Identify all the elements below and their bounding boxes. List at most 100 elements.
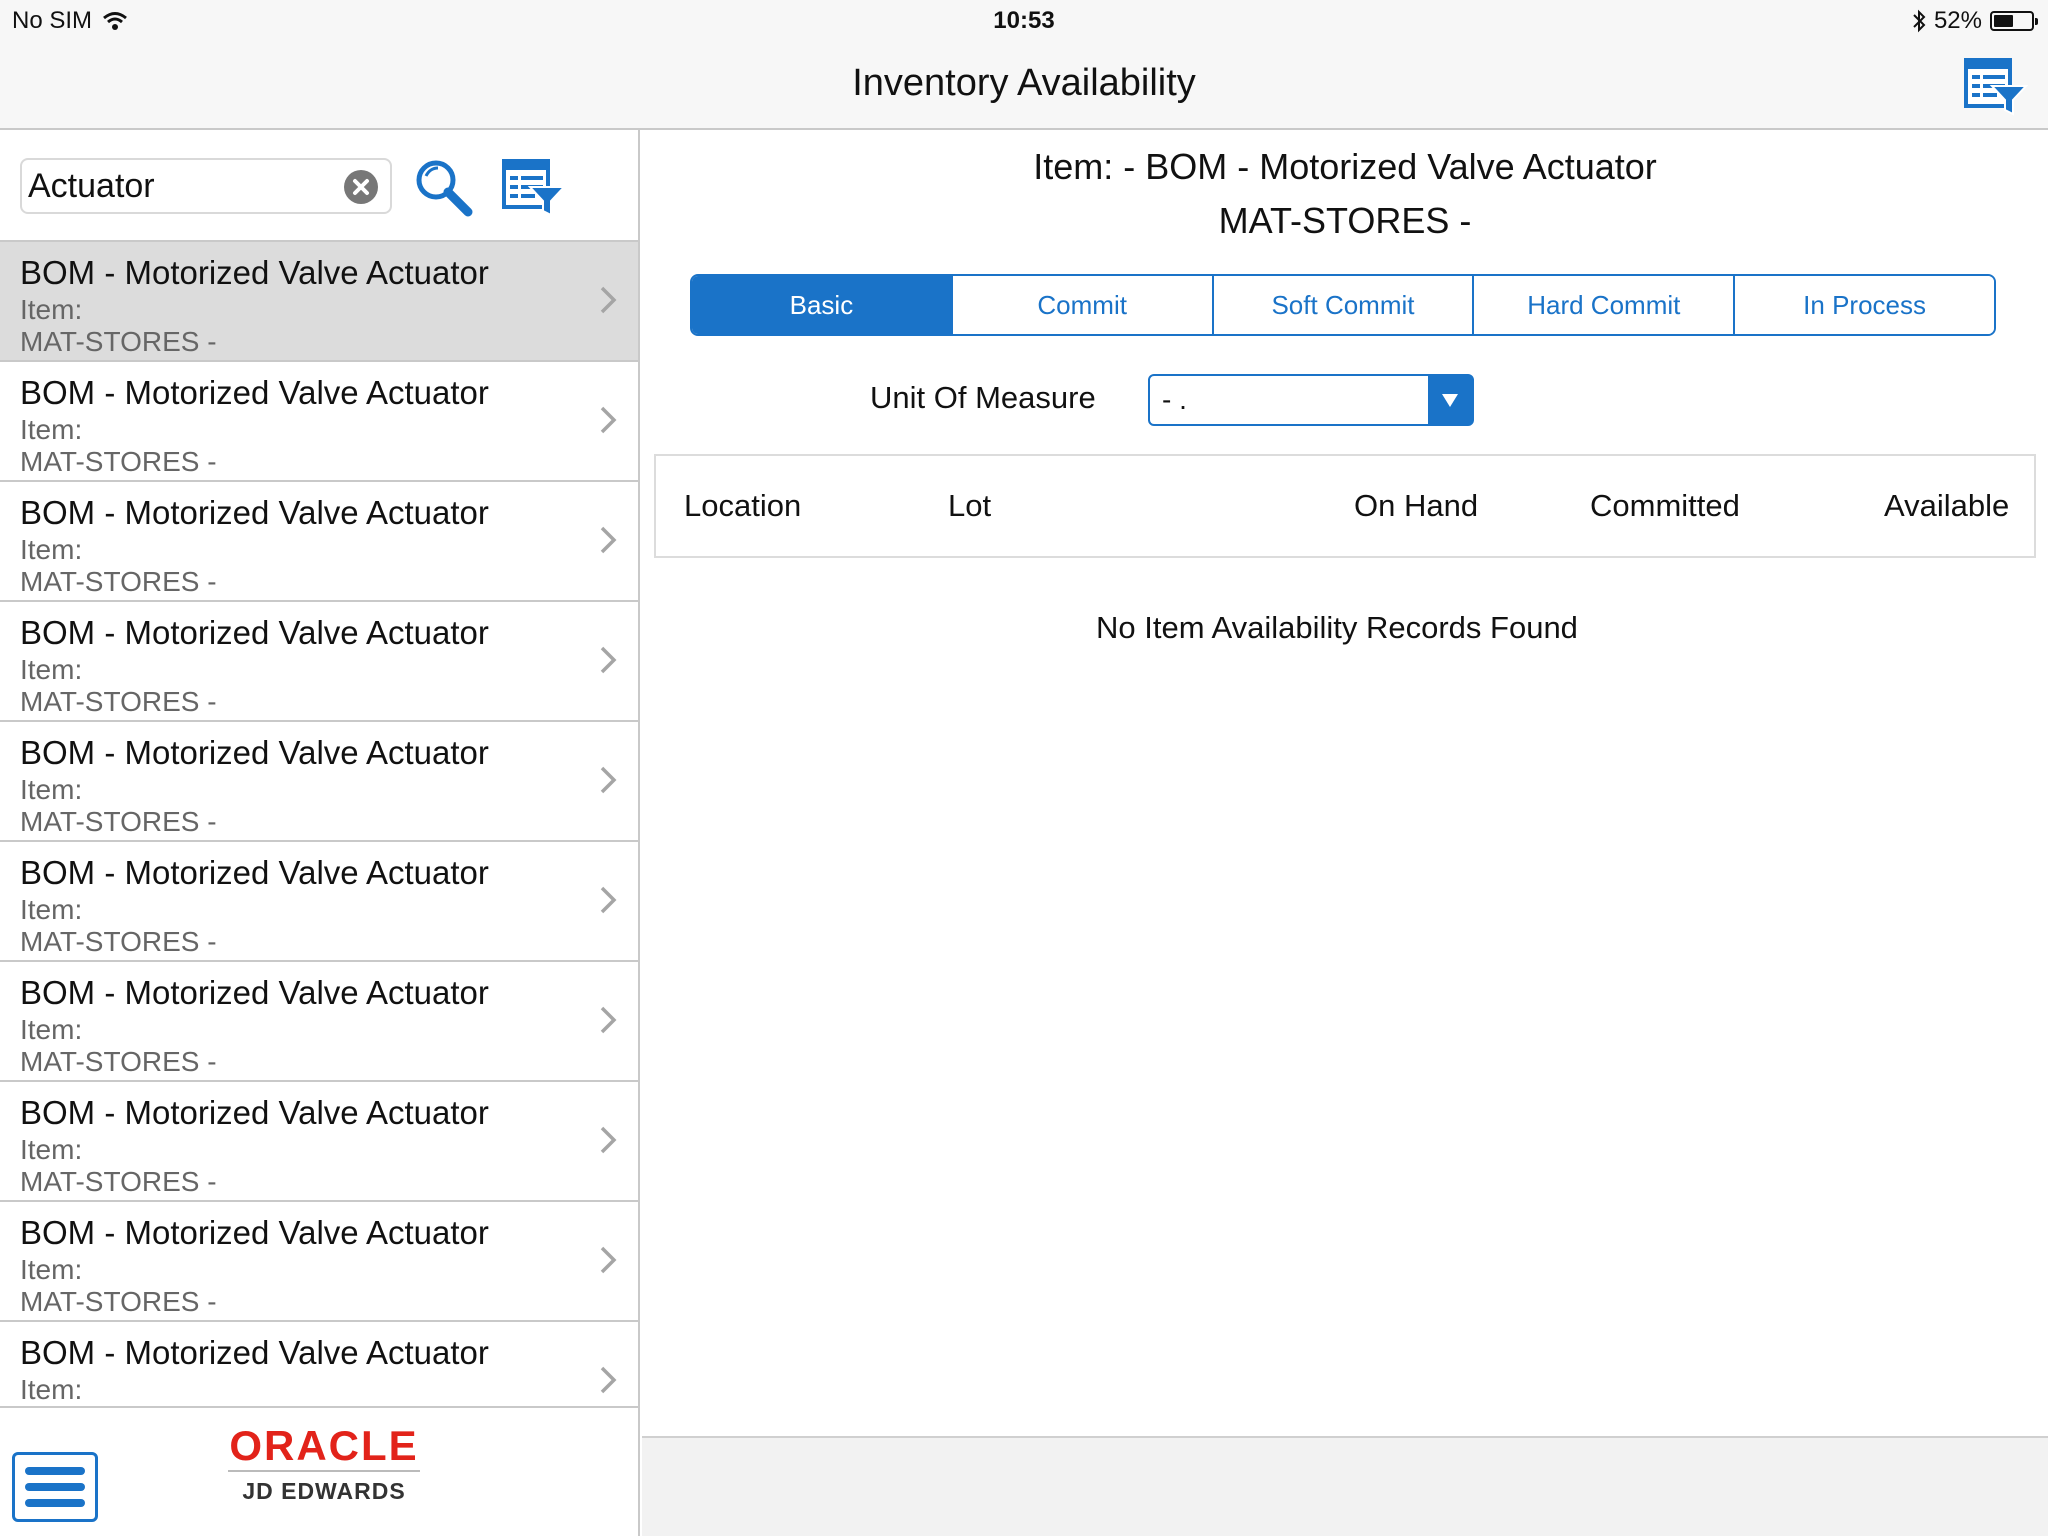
segmented-tabs: Basic Commit Soft Commit Hard Commit In … — [690, 274, 1996, 336]
oracle-jd-edwards-logo: ORACLE JD EDWARDS — [218, 1424, 430, 1505]
magnifier-icon — [416, 160, 473, 217]
logo-divider — [228, 1470, 420, 1472]
detail-footer-toolbar — [642, 1436, 2048, 1536]
tab-soft-commit[interactable]: Soft Commit — [1213, 276, 1475, 334]
list-item[interactable]: BOM - Motorized Valve Actuator Item: MAT… — [0, 1202, 638, 1322]
navigation-bar: Inventory Availability — [0, 40, 2048, 130]
item-name: BOM - Motorized Valve Actuator — [20, 734, 489, 771]
chevron-right-icon — [600, 1006, 617, 1034]
column-header-on-hand[interactable]: On Hand — [1354, 488, 1478, 524]
item-title-line1: Item: - BOM - Motorized Valve Actuator — [1033, 146, 1657, 187]
clock: 10:53 — [993, 7, 1055, 34]
item-name: BOM - Motorized Valve Actuator — [20, 374, 489, 411]
tab-in-process[interactable]: In Process — [1735, 276, 1994, 334]
item-name: BOM - Motorized Valve Actuator — [20, 1334, 489, 1371]
item-number-label: Item: — [20, 774, 83, 805]
status-bar: No SIM 10:53 52% — [0, 0, 2048, 40]
item-branch: MAT-STORES - — [20, 926, 217, 957]
chevron-right-icon — [600, 1126, 617, 1154]
battery-icon — [1990, 11, 2038, 31]
chevron-right-icon — [600, 646, 617, 674]
search-button[interactable] — [412, 156, 474, 218]
hamburger-menu-icon — [25, 1483, 85, 1491]
hamburger-menu-icon — [25, 1467, 85, 1475]
battery-fill — [1994, 15, 2013, 27]
item-name: BOM - Motorized Valve Actuator — [20, 854, 489, 891]
item-branch: MAT-STORES - — [20, 1046, 217, 1077]
menu-button[interactable] — [12, 1452, 98, 1522]
chevron-right-icon — [600, 526, 617, 554]
item-branch: MAT-STORES - — [20, 686, 217, 717]
item-name: BOM - Motorized Valve Actuator — [20, 494, 489, 531]
column-header-location[interactable]: Location — [684, 488, 801, 524]
filter-button[interactable] — [1962, 56, 2029, 116]
unit-of-measure-value: - . — [1162, 384, 1187, 415]
chevron-right-icon — [600, 886, 617, 914]
empty-state-message: No Item Availability Records Found — [1096, 610, 1578, 645]
item-branch: MAT-STORES - — [20, 1286, 217, 1317]
item-number-label: Item: — [20, 534, 83, 565]
list-item[interactable]: BOM - Motorized Valve Actuator Item: — [0, 1322, 638, 1406]
item-branch: MAT-STORES - — [20, 806, 217, 837]
item-number-label: Item: — [20, 894, 83, 925]
filter-list-icon — [1964, 58, 2029, 116]
item-number-label: Item: — [20, 1374, 83, 1405]
list-item[interactable]: BOM - Motorized Valve Actuator Item: MAT… — [0, 842, 638, 962]
tab-basic[interactable]: Basic — [692, 276, 953, 334]
jde-logo-text: JD EDWARDS — [242, 1478, 406, 1504]
item-name: BOM - Motorized Valve Actuator — [20, 254, 489, 291]
tab-commit[interactable]: Commit — [952, 276, 1214, 334]
oracle-logo-text: ORACLE — [229, 1422, 419, 1469]
item-branch: MAT-STORES - — [20, 566, 217, 597]
search-field[interactable] — [20, 158, 392, 214]
status-right: 52% — [1912, 7, 2038, 35]
column-header-available[interactable]: Available — [1884, 488, 2009, 524]
search-input[interactable] — [28, 164, 338, 208]
chevron-right-icon — [600, 766, 617, 794]
column-header-committed[interactable]: Committed — [1590, 488, 1740, 524]
item-title-line2: MAT-STORES - — [1218, 200, 1472, 241]
chevron-right-icon — [600, 1246, 617, 1274]
list-item[interactable]: BOM - Motorized Valve Actuator Item: MAT… — [0, 1082, 638, 1202]
item-number-label: Item: — [20, 294, 83, 325]
list-item[interactable]: BOM - Motorized Valve Actuator Item: MAT… — [0, 602, 638, 722]
item-name: BOM - Motorized Valve Actuator — [20, 1214, 489, 1251]
item-number-label: Item: — [20, 1134, 83, 1165]
item-list-panel: BOM - Motorized Valve Actuator Item: MAT… — [0, 130, 640, 1536]
clear-icon — [353, 179, 369, 195]
bluetooth-icon — [1913, 9, 1926, 33]
item-branch: MAT-STORES - — [20, 1166, 217, 1197]
item-branch: MAT-STORES - — [20, 446, 217, 477]
item-header: Item: - BOM - Motorized Valve Actuator M… — [642, 140, 2048, 248]
item-name: BOM - Motorized Valve Actuator — [20, 1094, 489, 1131]
search-bar — [0, 130, 638, 242]
hamburger-menu-icon — [25, 1499, 85, 1507]
chevron-right-icon — [600, 1366, 617, 1394]
item-number-label: Item: — [20, 1254, 83, 1285]
item-branch: MAT-STORES - — [20, 326, 217, 357]
item-number-label: Item: — [20, 654, 83, 685]
dropdown-arrow[interactable] — [1428, 376, 1472, 424]
list-item[interactable]: BOM - Motorized Valve Actuator Item: MAT… — [0, 722, 638, 842]
unit-of-measure-select[interactable]: - . — [1148, 374, 1474, 426]
list-item[interactable]: BOM - Motorized Valve Actuator Item: MAT… — [0, 362, 638, 482]
item-number-label: Item: — [20, 1014, 83, 1045]
list-item[interactable]: BOM - Motorized Valve Actuator Item: MAT… — [0, 962, 638, 1082]
item-number-label: Item: — [20, 414, 83, 445]
grid-header: Location Lot On Hand Committed Available — [654, 454, 2036, 558]
chevron-right-icon — [600, 286, 617, 314]
item-name: BOM - Motorized Valve Actuator — [20, 614, 489, 651]
chevron-right-icon — [600, 406, 617, 434]
unit-of-measure-label: Unit Of Measure — [870, 380, 1096, 415]
column-header-lot[interactable]: Lot — [948, 488, 991, 524]
triangle-down-icon — [1442, 394, 1458, 407]
item-list: BOM - Motorized Valve Actuator Item: MAT… — [0, 242, 638, 1406]
list-item[interactable]: BOM - Motorized Valve Actuator Item: MAT… — [0, 482, 638, 602]
list-item[interactable]: BOM - Motorized Valve Actuator Item: MAT… — [0, 242, 638, 362]
filter-list-icon — [502, 159, 567, 217]
page-title: Inventory Availability — [852, 62, 1196, 104]
list-filter-button[interactable] — [500, 156, 567, 218]
tab-hard-commit[interactable]: Hard Commit — [1474, 276, 1736, 334]
clear-search-button[interactable] — [344, 170, 378, 204]
battery-percent: 52% — [1933, 7, 1982, 34]
